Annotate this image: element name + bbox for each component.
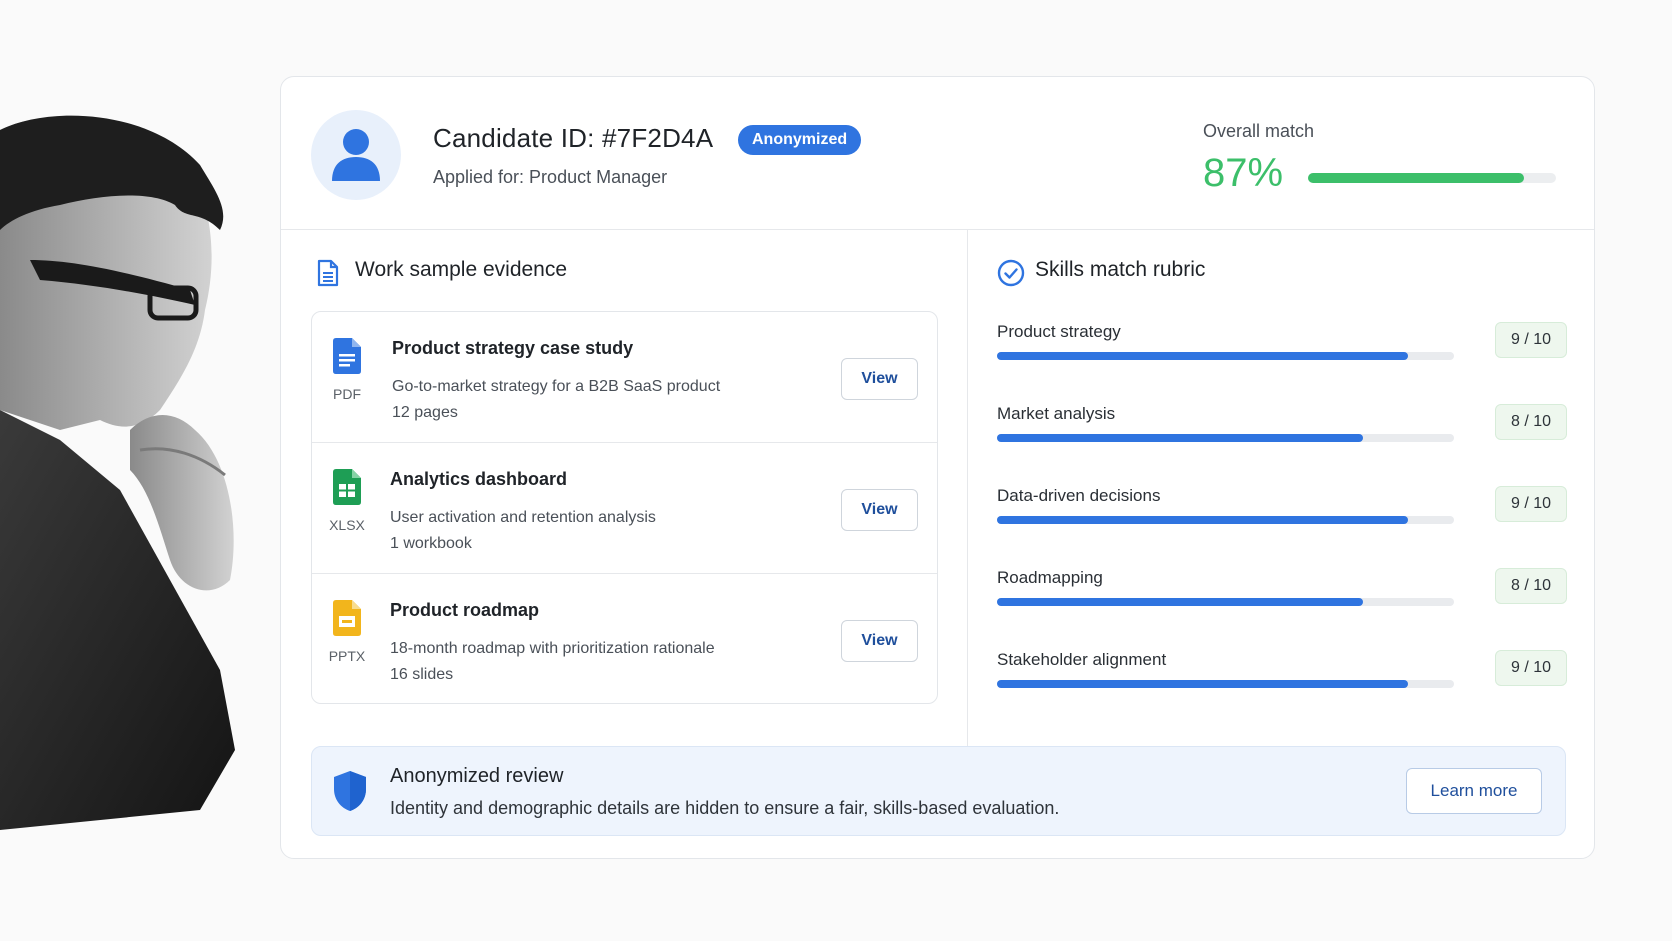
- file-type: XLSX: [329, 517, 365, 533]
- view-button[interactable]: View: [841, 620, 918, 662]
- skill-bar: [997, 352, 1454, 360]
- candidate-id: Candidate ID: #7F2D4A: [433, 123, 714, 153]
- skill-bar-fill: [997, 680, 1409, 688]
- notice-title: Anonymized review: [390, 765, 564, 787]
- candidate-photo: [0, 115, 235, 830]
- evidence-desc: 18-month roadmap with prioritization rat…: [390, 640, 715, 657]
- skill-bar: [997, 434, 1454, 442]
- overall-match-value: 87%: [1203, 151, 1284, 195]
- user-icon: [332, 129, 380, 181]
- evidence-meta: 16 slides: [390, 666, 454, 683]
- skill-score: 9 / 10: [1495, 486, 1567, 522]
- skill-score: 9 / 10: [1495, 322, 1567, 358]
- shield-icon: [334, 771, 366, 811]
- evidence-name: Product strategy case study: [392, 338, 634, 358]
- evidence-item: PPTX Product roadmap 18-month roadmap wi…: [312, 574, 937, 703]
- rubric-title: Skills match rubric: [1035, 258, 1206, 281]
- evidence-name: Analytics dashboard: [390, 469, 568, 489]
- skill-bar: [997, 516, 1454, 524]
- overall-match-fill: [1308, 173, 1524, 183]
- overall-match-label: Overall match: [1203, 121, 1315, 141]
- learn-more-button[interactable]: Learn more: [1406, 768, 1542, 814]
- view-button[interactable]: View: [841, 489, 918, 531]
- skill-bar: [997, 680, 1454, 688]
- evidence-title: Work sample evidence: [355, 258, 568, 281]
- anonymized-review-notice: Anonymized review Identity and demograph…: [311, 746, 1566, 836]
- skill-bar-fill: [997, 598, 1363, 606]
- rubric-row: Data-driven decisions 9 / 10: [997, 486, 1571, 546]
- file-type: PPTX: [328, 648, 366, 664]
- evidence-item: XLSX Analytics dashboard User activation…: [312, 443, 937, 574]
- avatar: [311, 110, 401, 200]
- rubric-row: Roadmapping 8 / 10: [997, 568, 1571, 628]
- evidence-meta: 12 pages: [392, 404, 458, 421]
- slides-file-icon: [333, 600, 361, 636]
- rubric-row: Product strategy 9 / 10: [997, 322, 1571, 382]
- pdf-file-icon: [333, 338, 361, 374]
- rubric-row: Market analysis 8 / 10: [997, 404, 1571, 464]
- file-type: PDF: [333, 386, 361, 402]
- skill-label: Data-driven decisions: [997, 486, 1161, 505]
- evidence-desc: User activation and retention analysis: [390, 509, 656, 526]
- skill-bar-fill: [997, 352, 1409, 360]
- skill-bar-fill: [997, 434, 1363, 442]
- evidence-item: PDF Product strategy case study Go-to-ma…: [312, 312, 937, 443]
- section-divider: [967, 230, 968, 782]
- rubric-row: Stakeholder alignment 9 / 10: [997, 650, 1571, 710]
- skill-label: Product strategy: [997, 322, 1121, 341]
- document-icon: [317, 259, 339, 287]
- overall-match-bar: [1308, 173, 1556, 183]
- skill-bar: [997, 598, 1454, 606]
- anonymized-badge: Anonymized: [738, 125, 862, 155]
- skill-score: 8 / 10: [1495, 404, 1567, 440]
- candidate-card: Candidate ID: #7F2D4A Anonymized Applied…: [280, 76, 1595, 859]
- applied-for: Applied for: Product Manager: [433, 167, 668, 187]
- skill-label: Roadmapping: [997, 568, 1103, 587]
- evidence-meta: 1 workbook: [390, 535, 472, 552]
- check-circle-icon: [997, 259, 1025, 287]
- skill-label: Stakeholder alignment: [997, 650, 1167, 669]
- evidence-desc: Go-to-market strategy for a B2B SaaS pro…: [392, 378, 721, 395]
- spreadsheet-file-icon: [333, 469, 361, 505]
- skill-score: 9 / 10: [1495, 650, 1567, 686]
- candidate-header: Candidate ID: #7F2D4A Anonymized Applied…: [281, 77, 1594, 230]
- notice-text: Identity and demographic details are hid…: [390, 798, 1060, 818]
- skill-label: Market analysis: [997, 404, 1116, 423]
- view-button[interactable]: View: [841, 358, 918, 400]
- skill-bar-fill: [997, 516, 1409, 524]
- skill-score: 8 / 10: [1495, 568, 1567, 604]
- evidence-list: PDF Product strategy case study Go-to-ma…: [311, 311, 938, 704]
- evidence-name: Product roadmap: [390, 600, 540, 620]
